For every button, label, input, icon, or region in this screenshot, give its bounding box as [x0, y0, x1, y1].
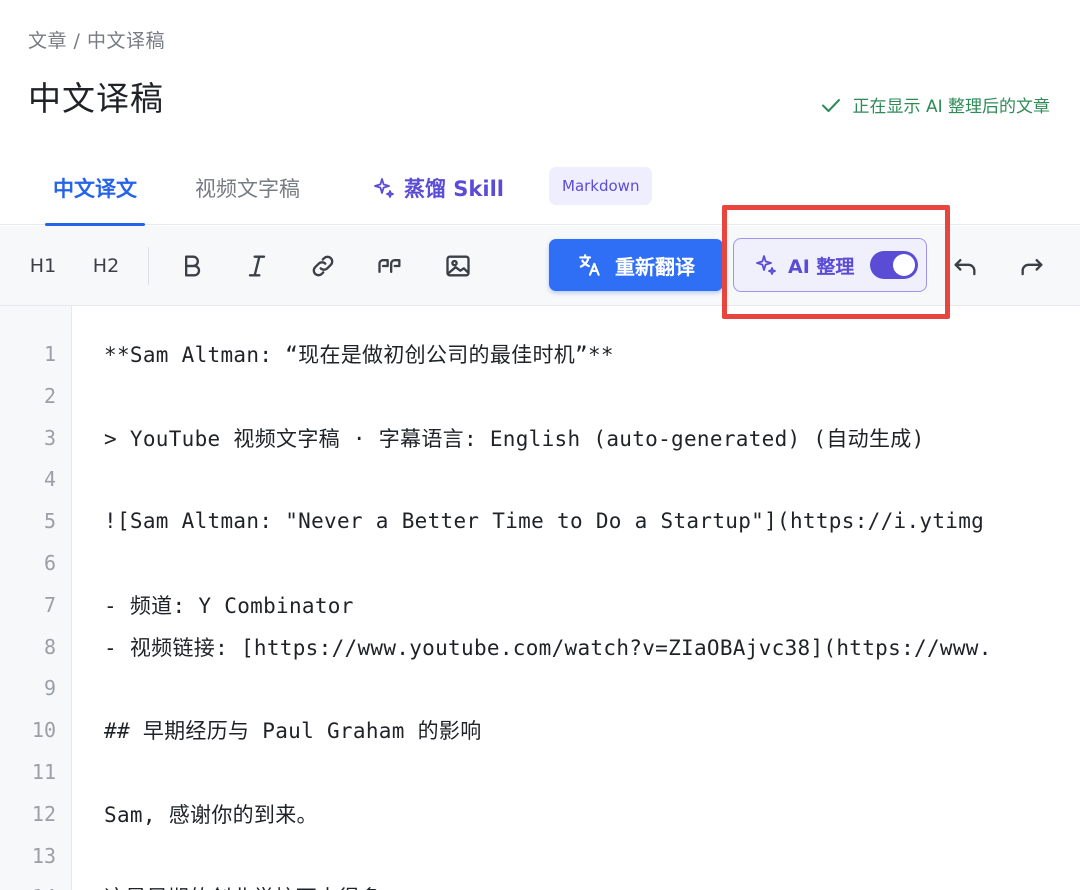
editor-line[interactable]: 9	[0, 667, 1080, 709]
editor-line[interactable]: 8 - 视频链接: [https://www.youtube.com/watch?…	[0, 626, 1080, 668]
ai-status-text: 正在显示 AI 整理后的文章	[852, 97, 1050, 117]
tab-translation[interactable]: 中文译文	[45, 150, 145, 226]
image-icon	[446, 255, 470, 277]
line-number: 9	[43, 676, 56, 701]
line-number: 11	[31, 760, 56, 784]
translate-icon	[579, 254, 600, 276]
editor-line[interactable]: 11	[0, 751, 1080, 793]
line-number: 3	[43, 425, 56, 450]
redo-icon	[1021, 259, 1043, 276]
toolbar-divider	[148, 247, 149, 285]
line-text[interactable]: > YouTube 视频文字稿 · 字幕语言: English (auto-ge…	[104, 423, 925, 453]
line-text[interactable]: ## 早期经历与 Paul Graham 的影响	[104, 715, 482, 745]
editor-line[interactable]: 3 > YouTube 视频文字稿 · 字幕语言: English (auto-g…	[0, 417, 1080, 459]
line-number: 1	[43, 342, 56, 366]
undo-button[interactable]	[945, 244, 985, 288]
redo-button[interactable]	[1012, 244, 1052, 288]
editor-line[interactable]: 4	[0, 458, 1080, 500]
ai-status-indicator: 正在显示 AI 整理后的文章	[819, 92, 1050, 117]
check-icon	[821, 98, 840, 112]
editor-line[interactable]: 7 - 频道: Y Combinator	[0, 584, 1080, 626]
line-number: 10	[31, 718, 56, 743]
line-text[interactable]: ![Sam Altman: "Never a Better Time to Do…	[104, 509, 984, 533]
line-number: 12	[31, 801, 56, 826]
editor-line[interactable]: 12 Sam, 感谢你的到来。	[0, 793, 1080, 835]
line-text[interactable]: 这是早期的创业学校两大得多	[104, 882, 381, 890]
line-text[interactable]: Sam, 感谢你的到来。	[104, 799, 318, 829]
line-number: 5	[43, 509, 56, 534]
retranslate-button[interactable]: 重新翻译	[549, 239, 723, 291]
editor-line[interactable]: 10 ## 早期经历与 Paul Graham 的影响	[0, 709, 1080, 751]
markdown-badge: Markdown	[549, 167, 653, 205]
tab-distill-skill[interactable]: 蒸馏 Skill	[372, 150, 504, 225]
editor-line[interactable]: 5 ![Sam Altman: "Never a Better Time to D…	[0, 500, 1080, 542]
retranslate-label: 重新翻译	[615, 254, 695, 279]
link-button[interactable]	[303, 244, 343, 288]
bold-icon	[185, 255, 201, 277]
italic-icon	[248, 255, 266, 277]
line-text[interactable]: - 频道: Y Combinator	[104, 590, 354, 620]
tab-transcript-label: 视频文字稿	[195, 176, 300, 201]
breadcrumb[interactable]: 文章 / 中文译稿	[28, 26, 165, 53]
line-number: 13	[31, 843, 56, 868]
editor-line[interactable]: 14 这是早期的创业学校两大得多	[0, 876, 1080, 890]
tab-transcript[interactable]: 视频文字稿	[195, 150, 300, 225]
line-number: 8	[43, 634, 56, 659]
line-text[interactable]: - 视频链接: [https://www.youtube.com/watch?v…	[104, 632, 992, 662]
bold-button[interactable]	[172, 244, 212, 288]
tab-distill-skill-label: 蒸馏 Skill	[404, 176, 504, 201]
editor-line[interactable]: 2	[0, 375, 1080, 417]
line-number: 7	[43, 592, 56, 617]
heading1-button[interactable]: H1	[23, 244, 63, 288]
image-button[interactable]	[438, 244, 478, 288]
link-icon	[312, 255, 334, 277]
editor-line[interactable]: 1 **Sam Altman: “现在是做初创公司的最佳时机”**	[0, 333, 1080, 375]
undo-icon	[954, 259, 976, 276]
sparkle-icon	[374, 177, 394, 198]
line-number: 4	[43, 467, 56, 492]
tab-translation-label: 中文译文	[53, 176, 137, 201]
line-number: 6	[43, 551, 56, 575]
line-number: 14	[0, 885, 56, 890]
heading2-button[interactable]: H2	[86, 244, 126, 288]
quote-icon	[378, 259, 401, 273]
quote-button[interactable]	[370, 244, 410, 288]
markdown-editor[interactable]: 1 **Sam Altman: “现在是做初创公司的最佳时机”** 2 3 > YouT…	[0, 306, 1080, 890]
editor-line[interactable]: 6	[0, 542, 1080, 584]
line-text[interactable]: **Sam Altman: “现在是做初创公司的最佳时机”**	[104, 339, 614, 369]
line-number: 2	[43, 383, 56, 408]
page-title: 中文译稿	[28, 79, 164, 118]
italic-button[interactable]	[237, 244, 277, 288]
editor-line[interactable]: 13	[0, 835, 1080, 877]
highlight-annotation-box	[722, 205, 950, 319]
